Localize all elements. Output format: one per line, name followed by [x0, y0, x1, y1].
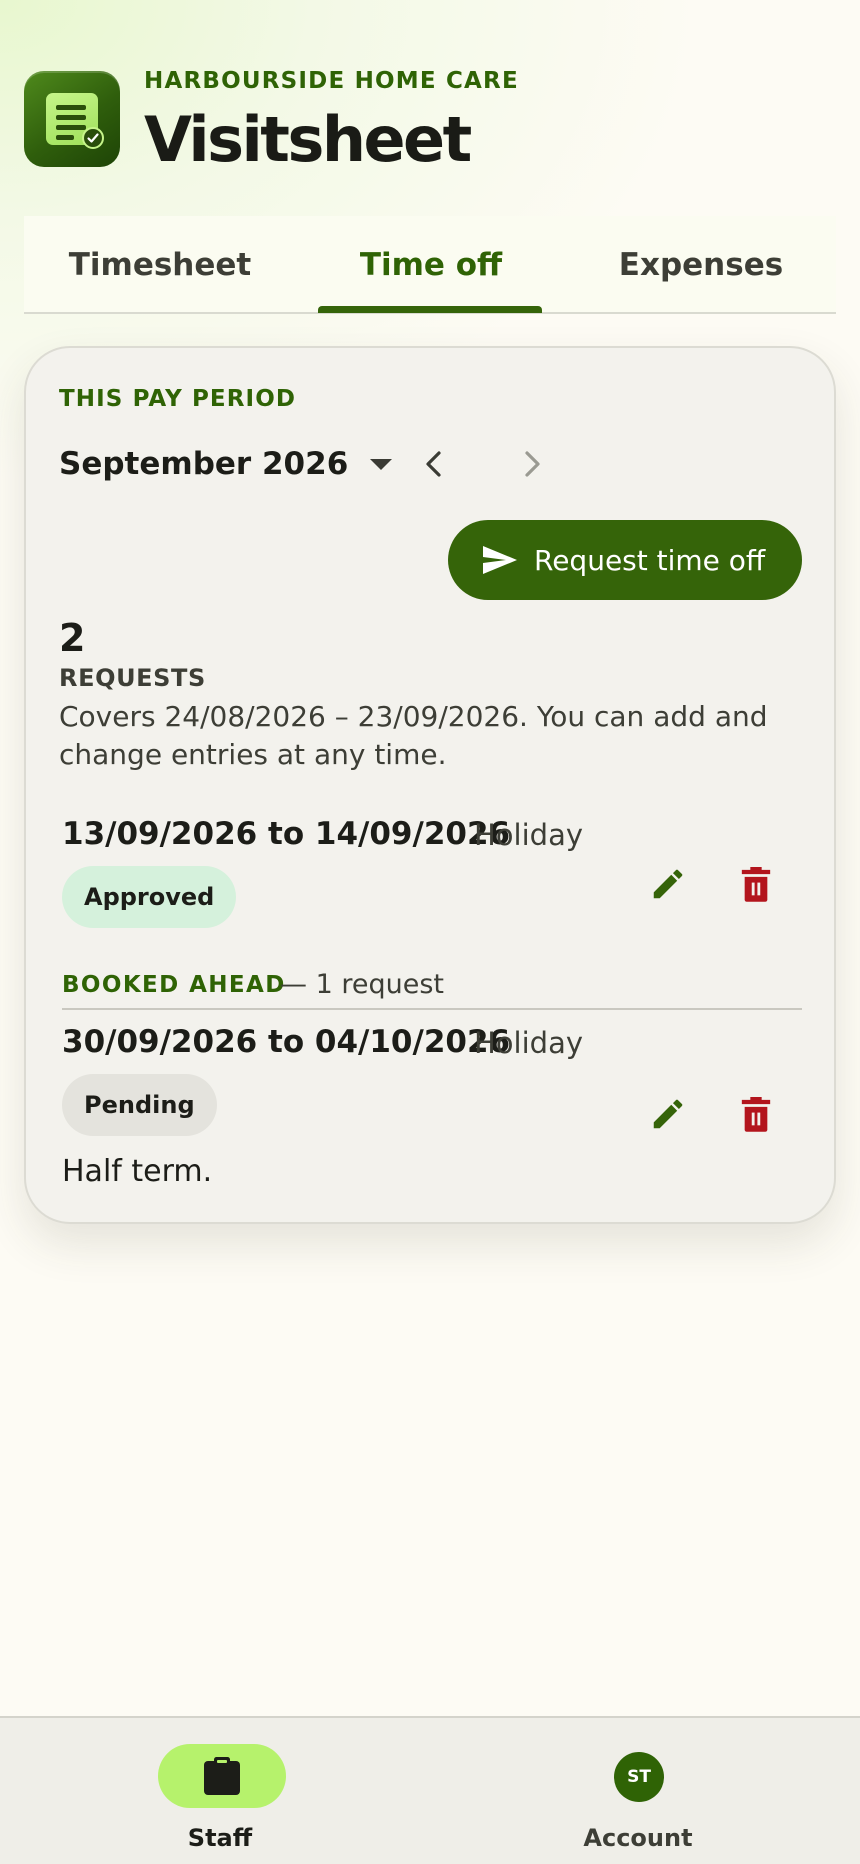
active-tab-indicator — [318, 306, 542, 313]
entry-dates: 13/09/2026 to 14/09/2026 — [62, 816, 511, 852]
delete-entry-button[interactable] — [728, 856, 784, 912]
entry-type: Holiday — [474, 818, 584, 852]
check-badge-icon — [82, 127, 104, 149]
edit-entry-button[interactable] — [640, 856, 696, 912]
period-coverage-text: Covers 24/08/2026 – 23/09/2026. You can … — [59, 700, 768, 771]
chevron-right-icon — [525, 451, 540, 477]
request-time-off-label: Request time off — [534, 543, 766, 577]
entry-dates: 30/09/2026 to 04/10/2026 — [62, 1024, 511, 1060]
nav-staff-label: Staff — [187, 1824, 253, 1852]
pencil-icon — [653, 869, 683, 899]
pay-period-label: THIS PAY PERIOD — [59, 386, 297, 412]
nav-account[interactable]: ST Account — [538, 1718, 738, 1864]
clipboard-icon — [204, 1757, 240, 1795]
entry-note: Half term. — [62, 1154, 213, 1189]
time-off-entry: 30/09/2026 to 04/10/2026 Holiday Pending… — [62, 1024, 802, 1194]
dropdown-caret-icon — [370, 458, 393, 470]
request-count: 2 — [59, 616, 86, 660]
previous-month-button[interactable] — [412, 442, 456, 486]
status-badge: Pending — [62, 1074, 217, 1136]
time-off-entry: 13/09/2026 to 14/09/2026 Holiday Approve… — [62, 816, 802, 936]
selected-month: September 2026 — [59, 446, 349, 482]
tab-time-off[interactable]: Time off — [296, 216, 566, 314]
avatar: ST — [614, 1752, 664, 1802]
tab-timesheet[interactable]: Timesheet — [24, 216, 296, 314]
bottom-navigation: Staff ST Account — [0, 1716, 860, 1864]
status-badge: Approved — [62, 866, 237, 928]
request-count-label: REQUESTS — [59, 664, 206, 692]
active-nav-pill — [158, 1744, 286, 1808]
entry-type: Holiday — [474, 1026, 584, 1060]
organisation-name: HARBOURSIDE HOME CARE — [144, 68, 519, 94]
booked-ahead-title: BOOKED AHEAD — [62, 972, 286, 998]
request-time-off-button[interactable]: Request time off — [448, 520, 802, 600]
month-selector[interactable]: September 2026 — [59, 442, 393, 486]
chevron-left-icon — [426, 451, 441, 477]
edit-entry-button[interactable] — [640, 1086, 696, 1142]
delete-entry-button[interactable] — [728, 1086, 784, 1142]
app-header: HARBOURSIDE HOME CARE Visitsheet — [24, 68, 836, 176]
nav-staff[interactable]: Staff — [120, 1718, 320, 1864]
trash-icon — [741, 867, 771, 902]
booked-ahead-header: BOOKED AHEAD — 1 request — [62, 960, 802, 1010]
booked-ahead-count: — 1 request — [280, 969, 444, 1000]
tab-bar: Timesheet Time off Expenses — [24, 216, 836, 314]
next-month-button[interactable] — [510, 442, 554, 486]
send-icon — [483, 546, 517, 574]
app-title: Visitsheet — [144, 103, 472, 176]
trash-icon — [741, 1097, 771, 1132]
pencil-icon — [653, 1099, 683, 1129]
time-off-card: THIS PAY PERIOD September 2026 Request t… — [24, 346, 836, 1224]
tab-expenses[interactable]: Expenses — [566, 216, 836, 314]
visitsheet-app-icon — [24, 71, 120, 167]
nav-account-label: Account — [583, 1824, 693, 1852]
